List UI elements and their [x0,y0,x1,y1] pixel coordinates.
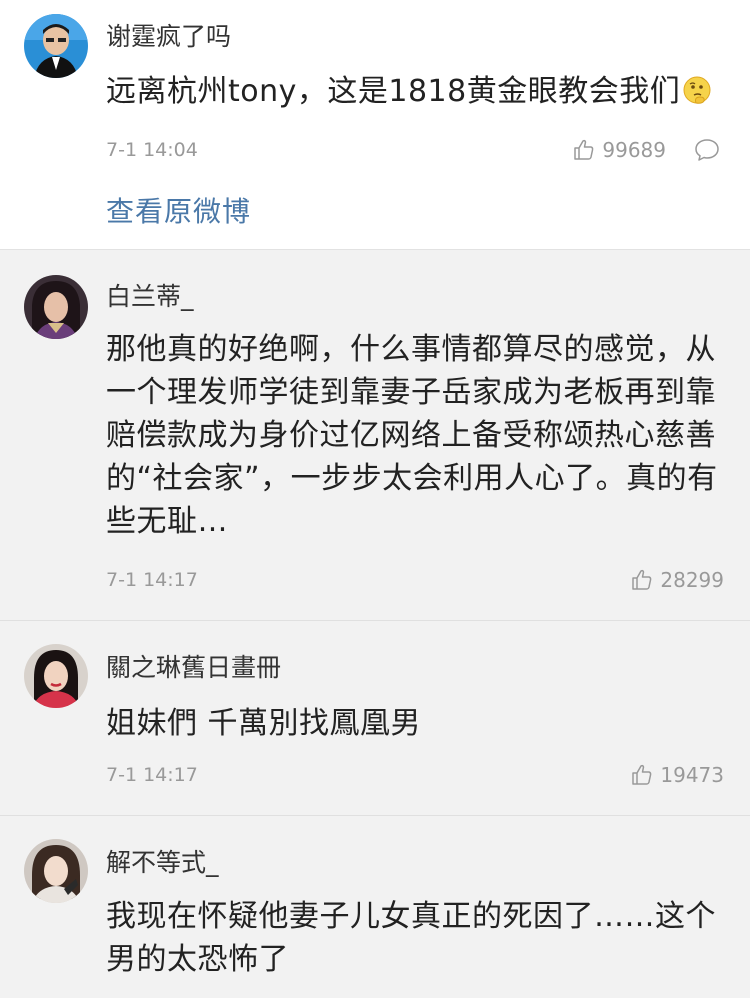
comment-username[interactable]: 解不等式_ [106,848,219,878]
post-text: 远离杭州tony，这是1818黄金眼教会我们 [106,70,726,113]
avatar[interactable] [24,275,88,339]
comment-item: 解不等式_ 我现在怀疑他妻子儿女真正的死因了……这个男的太恐怖了 [0,817,750,998]
thumbs-up-icon [572,138,596,162]
thumbs-up-icon [630,763,654,787]
comment-icon[interactable] [694,138,720,162]
comment-time: 7-1 14:17 [106,569,198,591]
comment-text: 我现在怀疑他妻子儿女真正的死因了……这个男的太恐怖了 [106,899,716,977]
avatar[interactable] [24,644,88,708]
avatar[interactable] [24,839,88,903]
comment-item: 關之琳舊日畫冊 姐妹們 千萬別找鳳凰男 7-1 14:17 19473 [0,622,750,816]
comment-text: 姐妹們 千萬別找鳳凰男 [106,706,422,741]
comment-time: 7-1 14:17 [106,764,198,786]
post-like-count: 99689 [602,138,666,162]
avatar[interactable] [24,14,88,78]
comment-username[interactable]: 關之琳舊日畫冊 [106,653,281,683]
post-text-content: 远离杭州tony，这是1818黄金眼教会我们 [106,74,681,109]
comment-username[interactable]: 白兰蒂_ [106,282,194,312]
comment-like-count: 19473 [660,763,724,787]
original-post: 谢霆疯了吗 远离杭州tony，这是1818黄金眼教会我们 7-1 14:04 9… [0,0,750,250]
comment-like-button[interactable]: 19473 [630,763,724,787]
comment-item: 白兰蒂_ 那他真的好绝啊，什么事情都算尽的感觉，从一个理发师学徒到靠妻子岳家成为… [0,251,750,621]
thumbs-up-icon [630,568,654,592]
comment-like-count: 28299 [660,568,724,592]
thinking-face-icon [682,75,712,105]
post-like-button[interactable]: 99689 [572,138,666,162]
comment-text: 那他真的好绝啊，什么事情都算尽的感觉，从一个理发师学徒到靠妻子岳家成为老板再到靠… [106,332,718,539]
post-time: 7-1 14:04 [106,139,198,161]
view-original-link[interactable]: 查看原微博 [106,194,251,230]
post-username[interactable]: 谢霆疯了吗 [106,22,231,52]
comment-like-button[interactable]: 28299 [630,568,724,592]
